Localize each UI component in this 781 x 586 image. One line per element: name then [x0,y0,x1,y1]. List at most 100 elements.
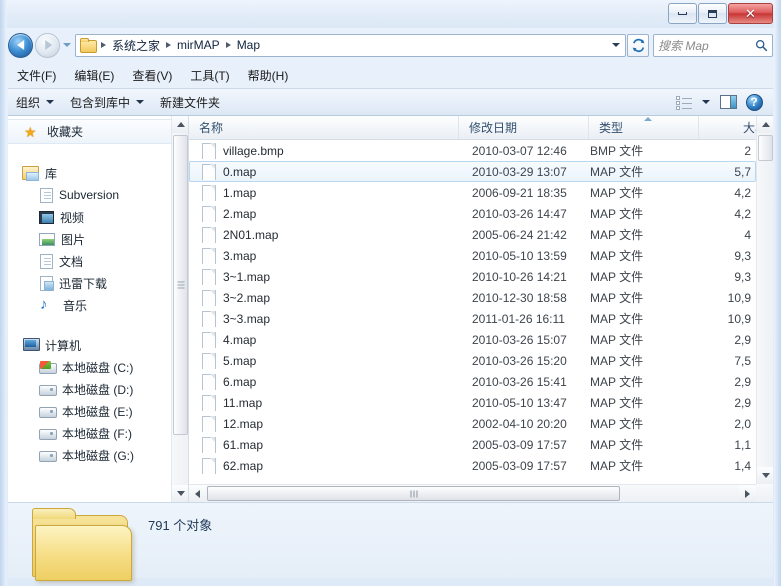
sidebar-item-drive-f[interactable]: 本地磁盘 (F:) [8,422,188,444]
file-list-vertical-scrollbar[interactable] [756,116,773,502]
drive-icon [39,405,57,418]
breadcrumb-separator-icon[interactable] [101,42,106,48]
address-bar[interactable]: 系统之家 mirMAP Map [75,33,626,57]
preview-pane-button[interactable] [715,91,741,113]
sidebar-item-libraries[interactable]: 库 [8,162,188,184]
file-list-horizontal-scrollbar[interactable] [189,484,756,502]
close-button[interactable]: ✕ [728,3,773,24]
table-row[interactable]: 3~3.map 2011-01-26 16:11 MAP 文件 10,9 [189,308,756,329]
include-in-library-button[interactable]: 包含到库中 [62,91,152,114]
breadcrumb-separator-icon[interactable] [166,42,172,48]
menu-item-view[interactable]: 查看(V) [123,65,181,86]
view-dropdown-button[interactable] [697,91,715,113]
table-row[interactable]: 4.map 2010-03-26 15:07 MAP 文件 2,9 [189,329,756,350]
table-row[interactable]: 61.map 2005-03-09 17:57 MAP 文件 1,1 [189,434,756,455]
breadcrumb-item-0[interactable]: 系统之家 [109,36,163,55]
sidebar-item-favorites[interactable]: ★ 收藏夹 [8,119,188,144]
help-button[interactable]: ? [741,91,767,113]
file-name-label: 61.map [223,437,264,452]
cell-name: 61.map [190,436,460,453]
breadcrumb-item-2[interactable]: Map [234,37,263,53]
sidebar-scroll-thumb[interactable] [173,135,188,435]
sidebar-group-libraries: 库 Subversion 视频 图片 文档 迅雷下载 ♪ 音乐 [8,162,188,316]
forward-button[interactable] [35,32,60,58]
file-rows[interactable]: village.bmp 2010-03-07 12:46 BMP 文件 2 0.map 2… [189,140,756,484]
table-row[interactable]: 6.map 2010-03-26 15:41 MAP 文件 2,9 [189,371,756,392]
sidebar-item-drive-g[interactable]: 本地磁盘 (G:) [8,444,188,466]
file-icon [202,247,216,264]
address-history-dropdown[interactable] [609,35,623,56]
sidebar-item-music[interactable]: ♪ 音乐 [8,294,188,316]
column-header-date-modified[interactable]: 修改日期 [459,116,589,139]
organize-button[interactable]: 组织 [8,91,62,114]
table-row[interactable]: 1.map 2006-09-21 18:35 MAP 文件 4,2 [189,182,756,203]
table-row[interactable]: 11.map 2010-05-10 13:47 MAP 文件 2,9 [189,392,756,413]
hscroll-left-button[interactable] [189,485,206,502]
file-scroll-thumb[interactable] [758,135,773,161]
cell-name: 12.map [190,415,460,432]
table-row[interactable]: village.bmp 2010-03-07 12:46 BMP 文件 2 [189,140,756,161]
menu-item-file[interactable]: 文件(F) [8,65,65,86]
sidebar-item-downloads[interactable]: 迅雷下载 [8,272,188,294]
minimize-button[interactable] [668,3,697,24]
sidebar-scrollbar[interactable] [171,116,188,502]
change-view-button[interactable] [671,91,697,113]
chevron-down-icon [612,43,620,47]
cell-size: 9,3 [734,248,751,263]
table-row[interactable]: 3.map 2010-05-10 13:59 MAP 文件 9,3 [189,245,756,266]
menu-item-edit[interactable]: 编辑(E) [65,65,123,86]
table-row[interactable]: 3~2.map 2010-12-30 18:58 MAP 文件 10,9 [189,287,756,308]
sidebar-item-documents[interactable]: 文档 [8,250,188,272]
refresh-button[interactable] [627,33,649,57]
back-button[interactable] [8,32,33,58]
sidebar-item-pictures[interactable]: 图片 [8,228,188,250]
column-header-name[interactable]: 名称 [189,116,459,139]
maximize-button[interactable] [698,3,727,24]
sidebar-item-drive-c[interactable]: 本地磁盘 (C:) [8,356,188,378]
table-row[interactable]: 5.map 2010-03-26 15:20 MAP 文件 7,5 [189,350,756,371]
file-scroll-up-button[interactable] [757,116,773,133]
sidebar-item-drive-d[interactable]: 本地磁盘 (D:) [8,378,188,400]
triangle-down-icon [176,491,185,496]
cell-size: 2,9 [734,332,751,347]
file-icon [202,373,216,390]
search-box[interactable]: 搜索 Map [653,33,773,57]
table-row[interactable]: 12.map 2002-04-10 20:20 MAP 文件 2,0 [189,413,756,434]
sidebar-item-computer[interactable]: 计算机 [8,334,188,356]
file-icon [202,268,216,285]
table-row[interactable]: 62.map 2005-03-09 17:57 MAP 文件 1,4 [189,455,756,476]
sidebar-item-subversion[interactable]: Subversion [8,184,188,206]
table-row[interactable]: 2.map 2010-03-26 14:47 MAP 文件 4,2 [189,203,756,224]
table-row[interactable]: 0.map 2010-03-29 13:07 MAP 文件 5,7 [189,161,756,182]
file-icon [202,184,216,201]
sidebar-item-videos[interactable]: 视频 [8,206,188,228]
sidebar-scroll-down-button[interactable] [172,485,188,502]
table-row[interactable]: 3~1.map 2010-10-26 14:21 MAP 文件 9,3 [189,266,756,287]
file-name-label: 12.map [223,416,264,431]
menu-item-help[interactable]: 帮助(H) [239,65,298,86]
navigation-bar: 系统之家 mirMAP Map 搜索 Map [8,32,773,58]
file-scroll-down-button[interactable] [757,467,773,484]
search-input[interactable]: 搜索 Map [658,37,755,54]
file-icon [202,205,216,222]
file-icon [202,352,216,369]
cell-date-modified: 2010-03-29 13:07 [472,164,567,179]
sidebar-label-documents: 文档 [59,254,84,269]
sidebar-item-drive-e[interactable]: 本地磁盘 (E:) [8,400,188,422]
recent-locations-button[interactable] [60,33,73,58]
cell-size: 4,2 [734,206,751,221]
new-folder-button[interactable]: 新建文件夹 [152,91,228,114]
cell-date-modified: 2010-03-26 14:47 [472,206,567,221]
window-border-right [774,0,781,586]
hscroll-right-button[interactable] [739,485,756,502]
table-row[interactable]: 2N01.map 2005-06-24 21:42 MAP 文件 4 [189,224,756,245]
organize-label: 组织 [16,95,41,110]
breadcrumb-item-1[interactable]: mirMAP [174,37,223,53]
cell-size: 1,1 [734,437,751,452]
menu-item-tools[interactable]: 工具(T) [181,65,238,86]
maximize-icon [708,9,717,18]
breadcrumb-separator-icon[interactable] [225,42,231,48]
sidebar-scroll-up-button[interactable] [172,116,188,133]
hscroll-thumb[interactable] [207,486,620,501]
cell-size: 2,9 [734,395,751,410]
